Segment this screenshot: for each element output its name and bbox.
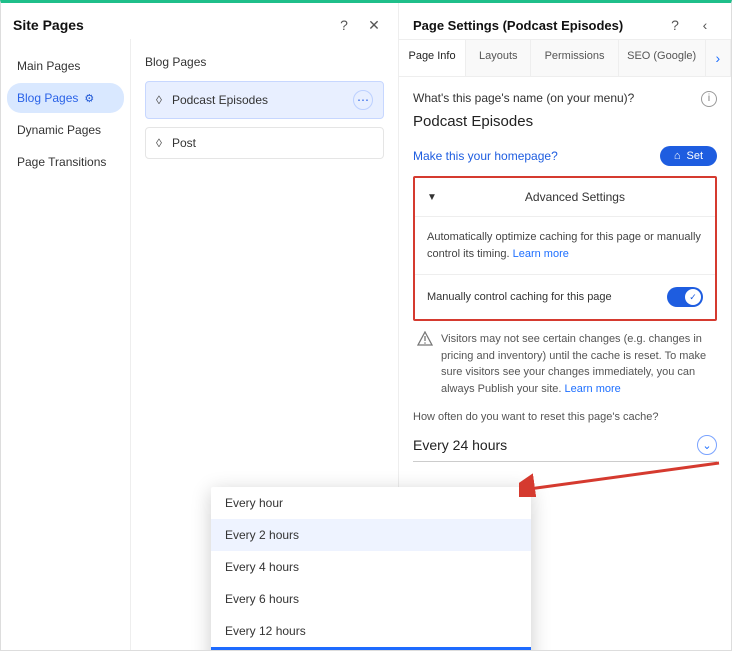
nav-item-blog-pages[interactable]: Blog Pages ⚙	[7, 83, 124, 113]
nav-label: Blog Pages	[17, 91, 78, 105]
page-row-label: Post	[172, 136, 373, 150]
help-icon[interactable]: ?	[663, 13, 687, 37]
tab-seo[interactable]: SEO (Google)	[619, 40, 706, 76]
page-row-podcast-episodes[interactable]: ◊ Podcast Episodes ⋯	[145, 81, 384, 119]
dropdown-option-selected[interactable]: Every 24 hours	[211, 647, 531, 651]
nav-label: Main Pages	[17, 59, 80, 73]
dropdown-option[interactable]: Every hour	[211, 487, 531, 519]
tab-layouts[interactable]: Layouts	[466, 40, 531, 76]
advanced-settings-title: Advanced Settings	[447, 190, 703, 204]
info-icon[interactable]: i	[701, 91, 717, 107]
page-row-post[interactable]: ◊ Post	[145, 127, 384, 159]
gear-icon[interactable]: ⚙	[84, 92, 94, 105]
cache-frequency-value: Every 24 hours	[413, 437, 697, 453]
settings-tabs: Page Info Layouts Permissions SEO (Googl…	[399, 39, 731, 77]
dropdown-option[interactable]: Every 4 hours	[211, 551, 531, 583]
dropdown-option[interactable]: Every 6 hours	[211, 583, 531, 615]
more-actions-icon[interactable]: ⋯	[353, 90, 373, 110]
learn-more-link[interactable]: Learn more	[565, 383, 621, 395]
nav-label: Dynamic Pages	[17, 123, 101, 137]
page-row-label: Podcast Episodes	[172, 93, 353, 107]
nav-item-dynamic-pages[interactable]: Dynamic Pages	[7, 115, 124, 145]
advanced-settings-header[interactable]: ▼ Advanced Settings	[415, 178, 715, 217]
nav-item-main-pages[interactable]: Main Pages	[7, 51, 124, 81]
manual-caching-toggle[interactable]: ✓	[667, 287, 703, 307]
cache-frequency-dropdown: Every hour Every 2 hours Every 4 hours E…	[211, 487, 531, 651]
page-type-icon: ◊	[156, 93, 162, 107]
caching-warning: Visitors may not see certain changes (e.…	[413, 321, 717, 397]
page-name-label: What's this page's name (on your menu)?	[413, 91, 717, 105]
cache-frequency-select[interactable]: Every 24 hours ⌄	[413, 429, 717, 462]
warning-icon	[417, 331, 433, 397]
close-icon[interactable]: ✕	[362, 13, 386, 37]
help-icon[interactable]: ?	[332, 13, 356, 37]
page-list-title: Blog Pages	[145, 55, 384, 69]
set-button-label: Set	[686, 150, 703, 162]
toggle-knob-check-icon: ✓	[685, 289, 701, 305]
nav-item-page-transitions[interactable]: Page Transitions	[7, 147, 124, 177]
advanced-settings-box: ▼ Advanced Settings Automatically optimi…	[413, 176, 717, 321]
set-homepage-button[interactable]: ⌂ Set	[660, 146, 717, 166]
tab-permissions[interactable]: Permissions	[531, 40, 618, 76]
dropdown-option[interactable]: Every 2 hours	[211, 519, 531, 551]
page-settings-title: Page Settings (Podcast Episodes)	[413, 18, 657, 33]
tab-more-icon[interactable]: ›	[706, 40, 731, 76]
dropdown-option[interactable]: Every 12 hours	[211, 615, 531, 647]
page-type-icon: ◊	[156, 136, 162, 150]
chevron-down-icon[interactable]: ⌄	[697, 435, 717, 455]
homepage-label: Make this your homepage?	[413, 149, 660, 163]
chevron-down-icon: ▼	[427, 192, 437, 203]
home-icon: ⌂	[674, 150, 681, 162]
manual-caching-label: Manually control caching for this page	[427, 291, 667, 303]
nav-label: Page Transitions	[17, 155, 106, 169]
page-name-value[interactable]: Podcast Episodes	[413, 113, 717, 130]
cache-frequency-label: How often do you want to reset this page…	[413, 411, 717, 423]
tab-page-info[interactable]: Page Info	[399, 40, 466, 76]
advanced-settings-description: Automatically optimize caching for this …	[415, 217, 715, 275]
back-icon[interactable]: ‹	[693, 13, 717, 37]
learn-more-link[interactable]: Learn more	[513, 248, 569, 260]
site-pages-nav: Main Pages Blog Pages ⚙ Dynamic Pages Pag…	[1, 39, 131, 650]
site-pages-title: Site Pages	[13, 17, 326, 33]
